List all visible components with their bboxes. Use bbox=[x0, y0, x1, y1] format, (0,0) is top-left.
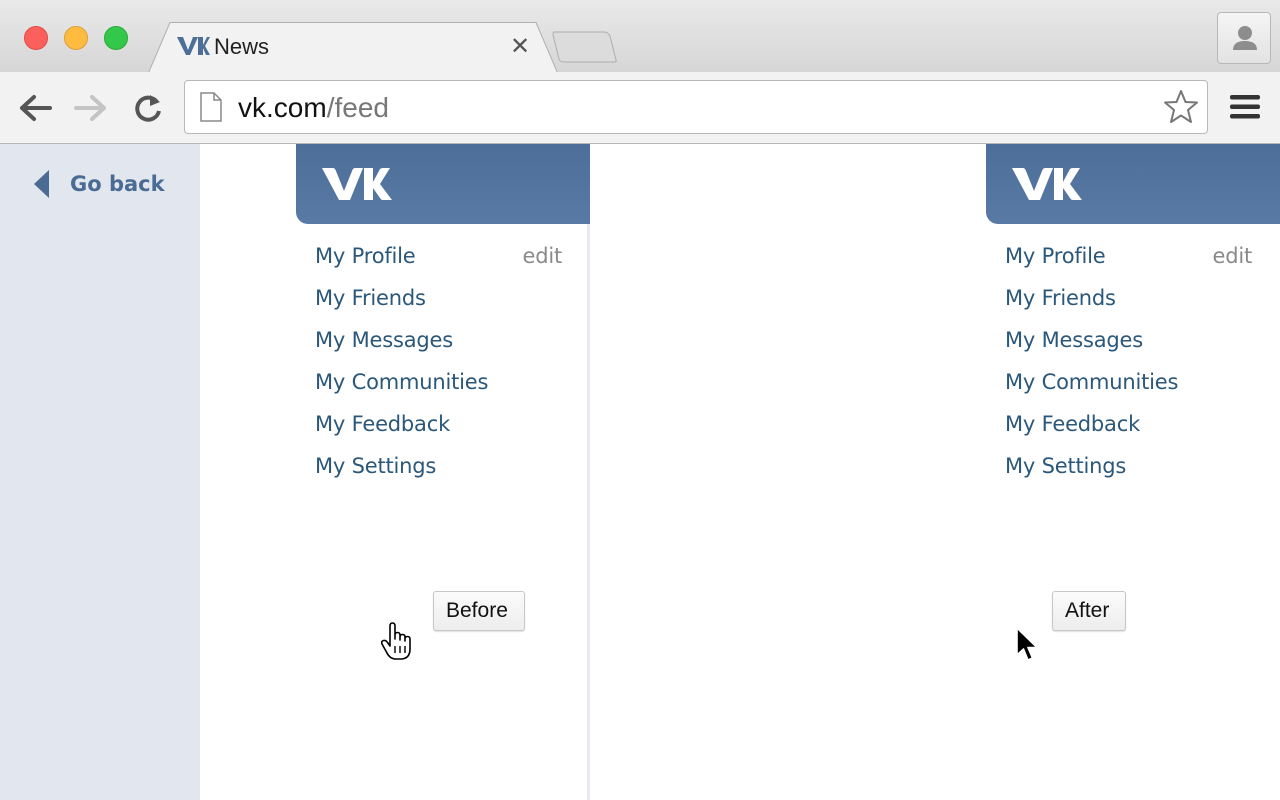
edit-profile-link[interactable]: edit bbox=[522, 238, 562, 274]
address-url: vk.com/feed bbox=[238, 92, 389, 124]
menu-item-my-settings[interactable]: My Settings bbox=[1005, 448, 1255, 490]
vk-logo-icon[interactable] bbox=[322, 164, 392, 204]
menu-item-my-messages[interactable]: My Messages bbox=[315, 322, 565, 364]
go-back-link[interactable]: Go back bbox=[34, 168, 165, 200]
close-window-button[interactable] bbox=[24, 26, 48, 50]
before-label-button: Before bbox=[433, 591, 525, 631]
arrow-pointer-icon bbox=[1016, 627, 1038, 661]
person-icon bbox=[1233, 26, 1257, 50]
minimize-window-button[interactable] bbox=[64, 26, 88, 50]
menu-item-my-feedback[interactable]: My Feedback bbox=[315, 406, 565, 448]
edit-profile-link[interactable]: edit bbox=[1212, 238, 1252, 274]
vk-header-after bbox=[986, 144, 1280, 224]
page-icon bbox=[200, 92, 222, 122]
menu-item-my-feedback[interactable]: My Feedback bbox=[1005, 406, 1255, 448]
back-arrow-icon[interactable] bbox=[18, 92, 54, 124]
url-path: /feed bbox=[326, 92, 389, 123]
vk-header-before bbox=[296, 144, 590, 224]
menu-item-label: My Profile bbox=[1005, 244, 1106, 268]
go-back-label: Go back bbox=[70, 172, 165, 196]
profile-button[interactable] bbox=[1217, 12, 1271, 64]
menu-item-my-settings[interactable]: My Settings bbox=[315, 448, 565, 490]
column-divider bbox=[587, 224, 590, 800]
menu-item-my-profile[interactable]: My Profile edit bbox=[1005, 238, 1255, 280]
side-menu-before: My Profile edit My Friends My Messages My… bbox=[315, 238, 565, 490]
menu-item-my-profile[interactable]: My Profile edit bbox=[315, 238, 565, 280]
after-label-button: After bbox=[1052, 591, 1126, 631]
star-icon[interactable] bbox=[1162, 88, 1200, 126]
zoom-window-button[interactable] bbox=[104, 26, 128, 50]
back-triangle-icon bbox=[34, 170, 49, 198]
tab-title: News bbox=[214, 34, 270, 59]
url-domain: vk.com bbox=[238, 92, 327, 123]
hamburger-menu-icon[interactable] bbox=[1228, 92, 1262, 122]
menu-item-my-friends[interactable]: My Friends bbox=[1005, 280, 1255, 322]
menu-item-label: My Profile bbox=[315, 244, 416, 268]
hand-pointer-icon bbox=[380, 622, 411, 660]
menu-item-my-communities[interactable]: My Communities bbox=[315, 364, 565, 406]
menu-item-my-friends[interactable]: My Friends bbox=[315, 280, 565, 322]
side-menu-after: My Profile edit My Friends My Messages My… bbox=[1005, 238, 1255, 490]
menu-item-my-communities[interactable]: My Communities bbox=[1005, 364, 1255, 406]
vk-logo-icon[interactable] bbox=[1012, 164, 1082, 204]
reload-icon[interactable] bbox=[130, 92, 166, 124]
forward-arrow-icon[interactable] bbox=[72, 92, 108, 124]
left-panel bbox=[0, 144, 200, 800]
new-tab-button[interactable] bbox=[552, 30, 618, 64]
tab-close-icon[interactable]: ✕ bbox=[508, 34, 532, 58]
menu-item-my-messages[interactable]: My Messages bbox=[1005, 322, 1255, 364]
vk-logo-icon bbox=[177, 37, 210, 55]
